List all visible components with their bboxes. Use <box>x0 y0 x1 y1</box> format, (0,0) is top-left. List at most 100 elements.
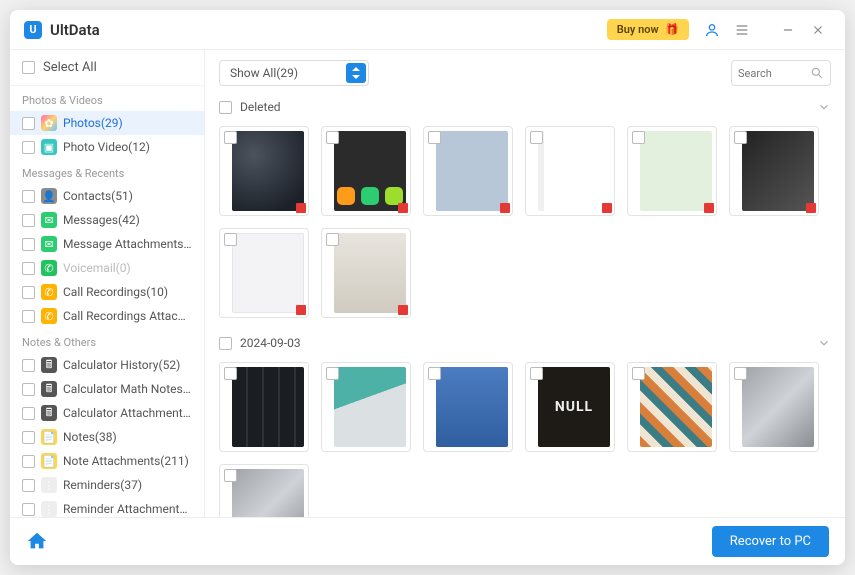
chevron-down-icon[interactable] <box>817 336 831 350</box>
chevron-down-icon[interactable] <box>817 100 831 114</box>
thumb-image <box>436 131 508 211</box>
photo-thumbnail[interactable] <box>219 126 309 216</box>
thumb-checkbox[interactable] <box>734 131 747 144</box>
sidebar-section-label: Messages & Recents <box>10 159 204 184</box>
thumb-checkbox[interactable] <box>224 233 237 246</box>
sidebar-item[interactable]: 🖩 Calculator History(52) <box>10 353 204 377</box>
thumb-checkbox[interactable] <box>530 367 543 380</box>
thumb-checkbox[interactable] <box>530 131 543 144</box>
item-checkbox[interactable] <box>22 286 35 299</box>
item-label: Contacts(51) <box>63 189 133 203</box>
item-checkbox[interactable] <box>22 455 35 468</box>
thumb-checkbox[interactable] <box>326 367 339 380</box>
thumb-checkbox[interactable] <box>632 367 645 380</box>
group-checkbox[interactable] <box>219 337 232 350</box>
minimize-button[interactable] <box>775 17 801 43</box>
item-label: Note Attachments(211) <box>63 454 189 468</box>
buy-now-button[interactable]: Buy now 🎁 <box>607 19 689 40</box>
search-input[interactable] <box>738 67 810 80</box>
item-checkbox[interactable] <box>22 262 35 275</box>
item-icon: 🖩 <box>41 357 57 373</box>
photo-thumbnail[interactable] <box>219 228 309 318</box>
photo-thumbnail[interactable] <box>321 126 411 216</box>
photo-thumbnail[interactable] <box>321 362 411 452</box>
thumb-image <box>334 131 406 211</box>
photo-thumbnail[interactable] <box>729 362 819 452</box>
filter-dropdown[interactable]: Show All(29) <box>219 60 369 86</box>
photo-thumbnail[interactable]: NULL <box>525 362 615 452</box>
photo-thumbnail[interactable] <box>627 362 717 452</box>
sidebar-item[interactable]: 📄Note Attachments(211) <box>10 449 204 473</box>
photo-thumbnail[interactable] <box>219 362 309 452</box>
photo-thumbnail[interactable] <box>321 228 411 318</box>
sidebar-item[interactable]: ✉Messages(42) <box>10 208 204 232</box>
item-checkbox[interactable] <box>22 407 35 420</box>
sidebar-item[interactable]: ✉Message Attachments(16) <box>10 232 204 256</box>
sidebar-item[interactable]: ⋮Reminder Attachments(27) <box>10 497 204 517</box>
close-button[interactable] <box>805 17 831 43</box>
item-label: Calculator History(52) <box>63 358 180 372</box>
thumb-image <box>334 233 406 313</box>
sidebar-item[interactable]: 🖩 Calculator Math Notes(6) <box>10 377 204 401</box>
deleted-tag-icon <box>398 203 408 213</box>
thumb-checkbox[interactable] <box>428 367 441 380</box>
thumb-checkbox[interactable] <box>632 131 645 144</box>
thumb-checkbox[interactable] <box>326 233 339 246</box>
sidebar-item[interactable]: ✆Call Recordings Attachment... <box>10 304 204 328</box>
sidebar: Select All Photos & Videos✿Photos(29)▣Ph… <box>10 50 205 517</box>
sidebar-item[interactable]: ⋮Reminders(37) <box>10 473 204 497</box>
item-icon: 👤 <box>41 188 57 204</box>
search-box[interactable] <box>731 60 831 86</box>
item-checkbox[interactable] <box>22 141 35 154</box>
account-icon[interactable] <box>699 17 725 43</box>
thumb-checkbox[interactable] <box>224 367 237 380</box>
thumb-checkbox[interactable] <box>326 131 339 144</box>
photo-thumbnail[interactable] <box>423 126 513 216</box>
photo-thumbnail[interactable] <box>219 464 309 517</box>
group-header: 2024-09-03 <box>205 332 845 354</box>
item-checkbox[interactable] <box>22 383 35 396</box>
item-label: Calculator Attachments(30) <box>63 406 192 420</box>
item-checkbox[interactable] <box>22 503 35 516</box>
photo-thumbnail[interactable] <box>627 126 717 216</box>
item-checkbox[interactable] <box>22 431 35 444</box>
item-icon: 🖩 <box>41 381 57 397</box>
select-all-checkbox[interactable] <box>22 61 35 74</box>
sidebar-item[interactable]: ✆Voicemail(0) <box>10 256 204 280</box>
item-checkbox[interactable] <box>22 117 35 130</box>
photo-thumbnail[interactable] <box>423 362 513 452</box>
sidebar-item[interactable]: ▣Photo Video(12) <box>10 135 204 159</box>
group-title: Deleted <box>240 100 281 114</box>
thumb-checkbox[interactable] <box>224 469 237 482</box>
item-icon: ✉ <box>41 212 57 228</box>
photo-thumbnail[interactable] <box>525 126 615 216</box>
item-checkbox[interactable] <box>22 238 35 251</box>
item-checkbox[interactable] <box>22 310 35 323</box>
sidebar-item[interactable]: 📄Notes(38) <box>10 425 204 449</box>
photo-thumbnail[interactable] <box>729 126 819 216</box>
thumb-checkbox[interactable] <box>428 131 441 144</box>
select-all-row[interactable]: Select All <box>10 50 204 86</box>
thumb-checkbox[interactable] <box>224 131 237 144</box>
toolbar: Show All(29) <box>205 50 845 96</box>
item-checkbox[interactable] <box>22 479 35 492</box>
item-icon: ✆ <box>41 260 57 276</box>
group-checkbox[interactable] <box>219 101 232 114</box>
sidebar-section-label: Notes & Others <box>10 328 204 353</box>
item-checkbox[interactable] <box>22 190 35 203</box>
sidebar-item[interactable]: 👤 Contacts(51) <box>10 184 204 208</box>
sidebar-item[interactable]: 🖩Calculator Attachments(30) <box>10 401 204 425</box>
item-label: Calculator Math Notes(6) <box>63 382 192 396</box>
sidebar-item[interactable]: ✿ Photos(29) <box>10 111 204 135</box>
thumb-checkbox[interactable] <box>734 367 747 380</box>
item-checkbox[interactable] <box>22 214 35 227</box>
item-label: Photos(29) <box>63 116 123 130</box>
item-icon: ✿ <box>41 115 57 131</box>
home-button[interactable] <box>26 530 50 554</box>
menu-icon[interactable] <box>729 17 755 43</box>
recover-to-pc-button[interactable]: Recover to PC <box>712 526 829 557</box>
item-label: Call Recordings Attachment... <box>63 309 192 323</box>
app-window: U UltData Buy now 🎁 Select All Photos & … <box>10 10 845 565</box>
item-checkbox[interactable] <box>22 359 35 372</box>
sidebar-item[interactable]: ✆Call Recordings(10) <box>10 280 204 304</box>
